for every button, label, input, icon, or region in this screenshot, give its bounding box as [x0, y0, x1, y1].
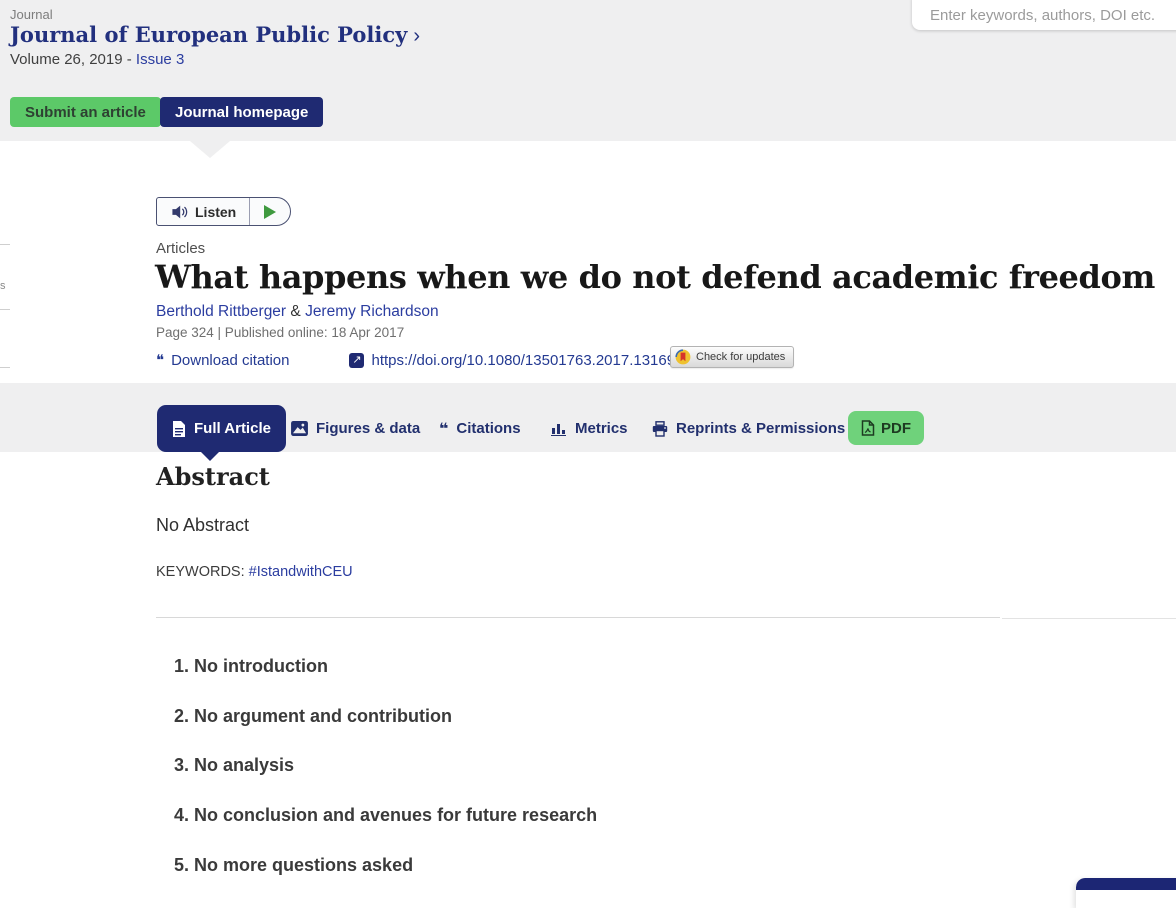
journal-header: Journal Journal of European Public Polic…: [0, 0, 1176, 141]
crossmark-logo-icon: [675, 349, 691, 365]
pdf-button[interactable]: PDF: [848, 411, 924, 445]
external-link-icon: ↗: [349, 353, 364, 368]
toc-item-3[interactable]: 3. No analysis: [174, 755, 294, 776]
journal-kicker: Journal: [10, 7, 53, 22]
citation-row: ❝ Download citation ↗ https://doi.org/10…: [156, 352, 692, 369]
tab-label: Figures & data: [316, 420, 420, 437]
journal-title: Journal of European Public Policy: [10, 22, 407, 47]
listen-button[interactable]: Listen: [156, 197, 291, 226]
left-edge-text-fragment: s: [0, 280, 6, 292]
header-pointer-triangle: [190, 141, 230, 158]
quote-icon: ❝: [156, 353, 164, 368]
toc-item-5[interactable]: 5. No more questions asked: [174, 855, 413, 876]
document-icon: [172, 421, 186, 437]
check-for-updates-button[interactable]: Check for updates: [670, 346, 794, 368]
tab-label: Metrics: [575, 420, 628, 437]
journal-title-link[interactable]: Journal of European Public Policy ›: [10, 22, 420, 48]
keyword-link[interactable]: #IstandwithCEU: [249, 564, 353, 580]
quote-icon: ❝: [439, 421, 448, 437]
tab-citations[interactable]: ❝ Citations: [439, 405, 521, 452]
active-tab-pointer: [201, 452, 219, 461]
tab-metrics[interactable]: Metrics: [551, 405, 628, 452]
listen-main[interactable]: Listen: [157, 198, 249, 225]
search-input[interactable]: [912, 0, 1176, 30]
keywords-label: KEYWORDS:: [156, 564, 245, 580]
author-link-1[interactable]: Berthold Rittberger: [156, 303, 286, 320]
submit-article-button[interactable]: Submit an article: [10, 97, 161, 127]
feedback-widget-body: [1076, 890, 1176, 908]
tab-label: Citations: [456, 420, 520, 437]
article-section-label: Articles: [156, 240, 205, 257]
author-link-2[interactable]: Jeremy Richardson: [305, 303, 439, 320]
tab-full-article[interactable]: Full Article: [157, 405, 286, 452]
keywords-row: KEYWORDS: #IstandwithCEU: [156, 564, 353, 580]
abstract-body: No Abstract: [156, 515, 249, 536]
listen-separator: [249, 198, 250, 225]
feedback-widget[interactable]: [1076, 878, 1176, 908]
toc-item-2[interactable]: 2. No argument and contribution: [174, 706, 452, 727]
toc-item-1[interactable]: 1. No introduction: [174, 656, 328, 677]
feedback-widget-header[interactable]: [1076, 878, 1176, 890]
abstract-heading: Abstract: [156, 462, 270, 491]
author-list: Berthold Rittberger & Jeremy Richardson: [156, 303, 439, 321]
tab-label: Reprints & Permissions: [676, 420, 845, 437]
volume-issue: Volume 26, 2019 - Issue 3: [10, 51, 184, 68]
article-page: Journal Journal of European Public Polic…: [0, 0, 1176, 902]
issue-link[interactable]: Issue 3: [136, 51, 184, 68]
listen-label: Listen: [195, 204, 236, 220]
doi-text: https://doi.org/10.1080/13501763.2017.13…: [371, 352, 691, 369]
image-icon: [291, 421, 308, 436]
article-meta: Page 324 | Published online: 18 Apr 2017: [156, 325, 404, 340]
pdf-file-icon: [861, 420, 875, 436]
chevron-right-icon: ›: [413, 25, 420, 47]
left-edge-divider: [0, 309, 10, 310]
left-edge-divider: [0, 244, 10, 245]
authors-separator: &: [290, 303, 300, 320]
left-edge-divider: [0, 367, 10, 368]
tab-label: Full Article: [194, 420, 271, 437]
download-citation-label: Download citation: [171, 352, 289, 369]
play-icon: [264, 205, 276, 219]
tab-reprints-permissions[interactable]: Reprints & Permissions: [652, 405, 845, 452]
volume-text: Volume 26, 2019 -: [10, 51, 136, 68]
check-for-updates-label: Check for updates: [696, 351, 785, 363]
sidebar-divider: [1002, 618, 1176, 619]
article-title: What happens when we do not defend acade…: [155, 258, 1155, 296]
listen-play-button[interactable]: [250, 198, 290, 225]
speaker-icon: [171, 204, 188, 220]
toc-item-4[interactable]: 4. No conclusion and avenues for future …: [174, 805, 597, 826]
chart-icon: [551, 421, 567, 436]
download-citation-link[interactable]: ❝ Download citation: [156, 352, 289, 369]
tab-figures-data[interactable]: Figures & data: [291, 405, 420, 452]
pdf-label: PDF: [881, 420, 911, 437]
printer-icon: [652, 421, 668, 437]
content-divider: [156, 617, 1000, 618]
doi-link[interactable]: ↗ https://doi.org/10.1080/13501763.2017.…: [349, 352, 691, 369]
journal-homepage-button[interactable]: Journal homepage: [160, 97, 323, 127]
